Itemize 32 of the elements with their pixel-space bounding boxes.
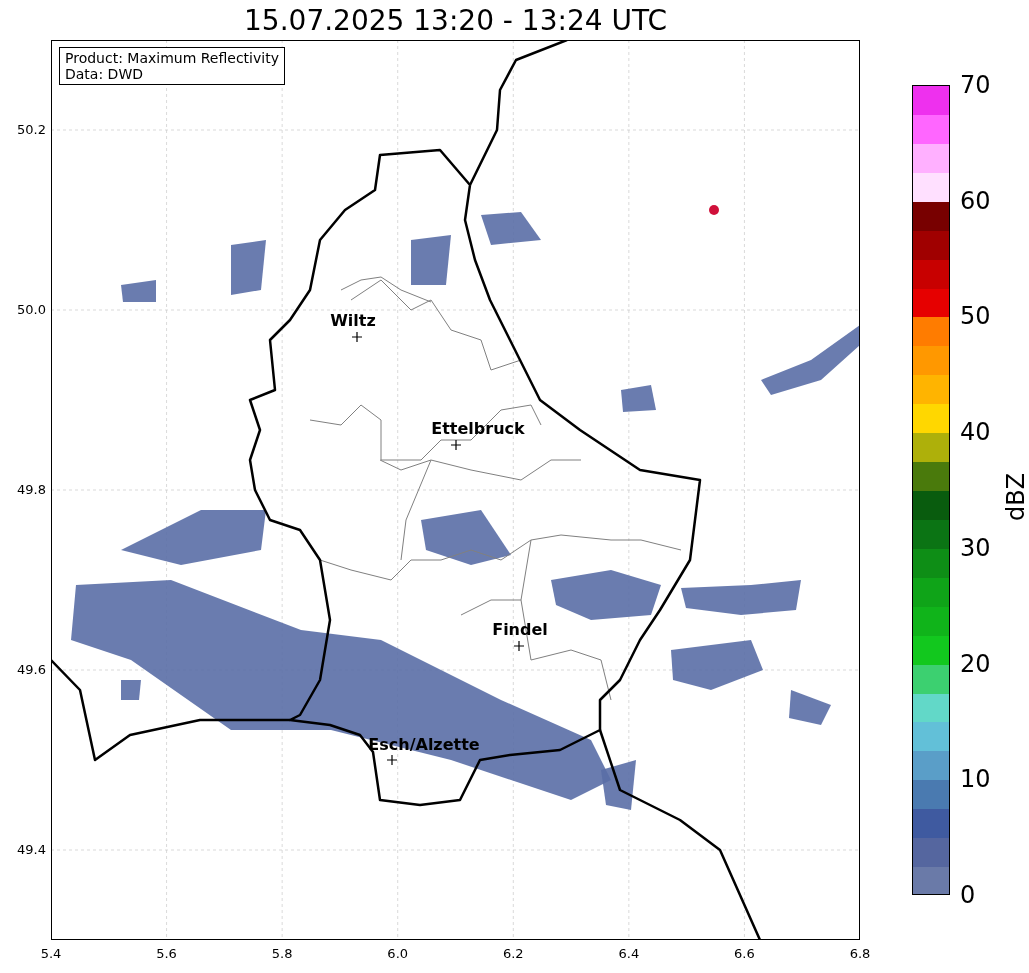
colorbar-title: dBZ: [1002, 472, 1029, 522]
city-label: Wiltz: [330, 312, 376, 330]
legend-text: Product: Maximum Reflectivity: [65, 50, 279, 66]
x-axis-label: 5.6: [156, 946, 177, 961]
city-marker-icon: [352, 332, 362, 342]
city-marker-icon: [514, 641, 524, 651]
city-label: Findel: [492, 621, 548, 639]
colorbar-tick-label: 60: [960, 187, 991, 214]
city-marker-icon: [451, 440, 461, 450]
legend-text: Data: DWD: [65, 66, 144, 82]
colorbar-tick-label: 40: [960, 419, 991, 446]
x-axis-label: 6.6: [734, 946, 755, 961]
colorbar-tick-label: 0: [960, 882, 976, 908]
colorbar-tick-label: 20: [960, 650, 991, 677]
y-axis-label: 49.8: [17, 482, 46, 497]
city-marker-icon: [387, 755, 397, 765]
colorbar-tick-label: 50: [960, 303, 991, 330]
colorbar-tick-label: 30: [960, 534, 991, 561]
colorbar-tick-label: 10: [960, 766, 991, 793]
x-axis-label: 6.4: [618, 946, 640, 961]
x-axis-label: 6.0: [387, 946, 409, 961]
x-axis-label: 6.8: [849, 946, 871, 961]
city-label: Ettelbruck: [431, 420, 525, 438]
y-axis-label: 50.0: [17, 302, 46, 317]
x-axis-label: 5.8: [271, 946, 293, 961]
y-axis-label: 49.4: [17, 842, 46, 857]
x-axis-label: 6.2: [502, 946, 524, 961]
y-axis-label: 49.6: [17, 662, 46, 677]
x-axis-label: 5.4: [40, 946, 62, 961]
chart-title: 15.07.2025 13:20 - 13:24 UTC: [243, 4, 668, 37]
y-axis-label: 50.2: [17, 122, 46, 137]
colorbar-tick-label: 70: [960, 72, 991, 98]
